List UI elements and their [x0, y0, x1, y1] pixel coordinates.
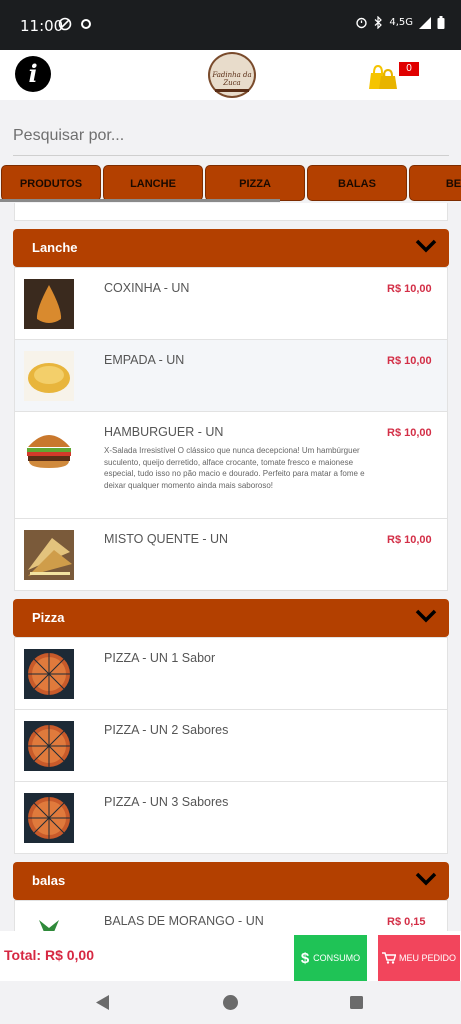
do-not-disturb-icon: [58, 17, 72, 31]
item-name: EMPADA - UN: [104, 353, 185, 367]
pedido-label: MEU PEDIDO: [398, 953, 456, 963]
list-item[interactable]: EMPADA - UN R$ 10,00: [14, 339, 448, 412]
record-dot-icon: [81, 19, 91, 29]
chevron-down-icon: [415, 609, 437, 623]
item-name: PIZZA - UN 3 Sabores: [104, 795, 229, 809]
section-header-pizza[interactable]: Pizza: [13, 599, 449, 637]
item-name: BALAS DE MORANGO - UN: [104, 914, 264, 928]
home-icon[interactable]: [223, 995, 238, 1010]
order-footer: Total: R$ 0,00 $ CONSUMO MEU PEDIDO: [0, 931, 461, 981]
consumo-label: CONSUMO: [313, 953, 361, 963]
status-time: 11:00: [20, 17, 64, 35]
back-icon[interactable]: [96, 995, 110, 1010]
tab-pizza[interactable]: PIZZA: [205, 165, 305, 201]
item-price: R$ 10,00: [387, 355, 432, 367]
logo-text: Fadinha da Zuca: [212, 71, 252, 87]
list-item-partial: [14, 203, 448, 221]
store-logo: Fadinha da Zuca: [208, 52, 256, 98]
tab-lanche[interactable]: LANCHE: [103, 165, 203, 201]
section-title: Lanche: [32, 240, 78, 255]
hamburger-image: [24, 423, 74, 473]
item-price: R$ 10,00: [387, 534, 432, 546]
tab-balas[interactable]: BALAS: [307, 165, 407, 201]
item-name: HAMBURGUER - UN: [104, 425, 224, 439]
coxinha-image: [24, 279, 74, 329]
signal-icon: [419, 16, 431, 29]
cart-count-badge: 0: [399, 62, 419, 76]
empada-image: [24, 351, 74, 401]
tabs-scrollbar[interactable]: [0, 199, 280, 202]
system-nav-bar: [0, 981, 461, 1024]
consumo-button[interactable]: $ CONSUMO: [294, 935, 367, 981]
bluetooth-icon: [374, 16, 383, 29]
search-input[interactable]: [13, 118, 449, 154]
list-item[interactable]: PIZZA - UN 3 Sabores: [14, 781, 448, 854]
list-item[interactable]: PIZZA - UN 1 Sabor: [14, 637, 448, 710]
status-left-icons: [58, 17, 92, 31]
list-item[interactable]: HAMBURGUER - UN X-Salada Irresistível O …: [14, 411, 448, 519]
network-label: 4,5G: [389, 17, 413, 28]
section-title: Pizza: [32, 610, 65, 625]
cart-icon: [381, 952, 396, 964]
order-total: Total: R$ 0,00: [4, 947, 94, 963]
section-header-lanche[interactable]: Lanche: [13, 229, 449, 267]
tab-bebidas[interactable]: BEBI: [409, 165, 461, 201]
item-price: R$ 10,00: [387, 427, 432, 439]
recents-icon[interactable]: [350, 996, 363, 1009]
status-bar: 11:00 4,5G: [0, 0, 461, 50]
search-bar: [13, 118, 449, 156]
item-price: R$ 0,15: [387, 916, 426, 928]
chevron-down-icon: [415, 239, 437, 253]
top-bar: i Fadinha da Zuca 0: [0, 50, 461, 100]
shopping-bag-icon[interactable]: [368, 62, 398, 90]
section-header-balas[interactable]: balas: [13, 862, 449, 900]
product-list: Lanche COXINHA - UN R$ 10,00 EMPADA - UN…: [0, 203, 461, 931]
misto-quente-image: [24, 530, 74, 580]
pizza-image: [24, 793, 74, 843]
info-icon[interactable]: i: [15, 56, 51, 92]
list-item[interactable]: MISTO QUENTE - UN R$ 10,00: [14, 518, 448, 591]
pizza-image: [24, 649, 74, 699]
dollar-icon: $: [300, 949, 310, 967]
chevron-down-icon: [415, 872, 437, 886]
pizza-image: [24, 721, 74, 771]
logo-bar: [215, 89, 249, 92]
tab-produtos[interactable]: PRODUTOS: [1, 165, 101, 201]
item-price: R$ 10,00: [387, 283, 432, 295]
item-name: COXINHA - UN: [104, 281, 190, 295]
item-name: PIZZA - UN 2 Sabores: [104, 723, 229, 737]
status-right-icons: 4,5G: [355, 16, 445, 29]
item-name: MISTO QUENTE - UN: [104, 532, 229, 546]
candy-image: [24, 912, 74, 931]
category-tabs: PRODUTOS LANCHE PIZZA BALAS BEBI: [0, 165, 461, 203]
list-item[interactable]: BALAS DE MORANGO - UN R$ 0,15: [14, 900, 448, 931]
section-title: balas: [32, 873, 66, 888]
item-name: PIZZA - UN 1 Sabor: [104, 651, 216, 665]
item-description: X-Salada Irresistível O clássico que nun…: [104, 446, 365, 490]
battery-icon: [437, 16, 445, 29]
list-item[interactable]: COXINHA - UN R$ 10,00: [14, 267, 448, 340]
alarm-icon: [356, 17, 368, 29]
list-item[interactable]: PIZZA - UN 2 Sabores: [14, 709, 448, 782]
meu-pedido-button[interactable]: MEU PEDIDO: [378, 935, 460, 981]
